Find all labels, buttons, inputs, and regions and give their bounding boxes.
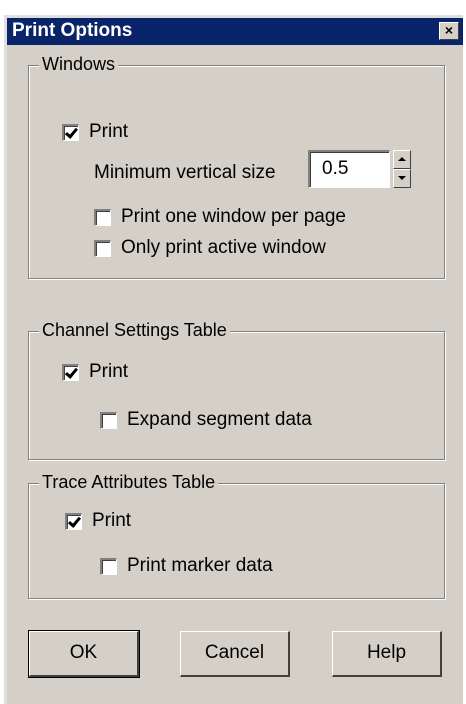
- windows-print-option[interactable]: Print: [62, 121, 128, 143]
- trace-attributes-group: Trace Attributes Table: [28, 472, 445, 599]
- close-icon: ×: [444, 22, 454, 38]
- channel-print-label: Print: [89, 361, 129, 382]
- trace-print-option[interactable]: Print: [65, 510, 131, 532]
- dialog-title: Print Options: [12, 20, 133, 41]
- trace-print-checkbox[interactable]: [65, 512, 82, 530]
- spin-up-button[interactable]: [393, 150, 411, 169]
- help-button[interactable]: Help: [332, 631, 442, 677]
- print-marker-label: Print marker data: [127, 555, 273, 576]
- print-marker-option[interactable]: Print marker data: [100, 555, 273, 577]
- expand-segment-label: Expand segment data: [127, 409, 312, 430]
- channel-settings-legend: Channel Settings Table: [39, 320, 230, 341]
- min-vertical-size-label: Minimum vertical size: [94, 162, 276, 183]
- min-vertical-size-spinner[interactable]: [393, 150, 411, 188]
- close-button[interactable]: ×: [439, 22, 459, 40]
- one-window-per-page-option[interactable]: Print one window per page: [94, 206, 346, 228]
- windows-print-label: Print: [89, 121, 129, 142]
- min-vertical-size-input[interactable]: 0.5: [308, 150, 390, 188]
- expand-segment-checkbox[interactable]: [100, 411, 117, 429]
- channel-print-checkbox[interactable]: [62, 363, 79, 381]
- only-active-window-option[interactable]: Only print active window: [94, 237, 326, 259]
- ok-button[interactable]: OK: [28, 630, 140, 678]
- print-options-dialog: Print Options × Windows Print Minimum ve…: [4, 15, 463, 704]
- one-window-per-page-checkbox[interactable]: [94, 208, 111, 226]
- cancel-button[interactable]: Cancel: [180, 631, 290, 677]
- channel-print-option[interactable]: Print: [62, 361, 128, 383]
- only-active-window-checkbox[interactable]: [94, 239, 111, 257]
- only-active-window-label: Only print active window: [121, 237, 326, 258]
- spin-down-button[interactable]: [393, 169, 411, 188]
- windows-group-legend: Windows: [39, 54, 119, 75]
- title-bar[interactable]: Print Options ×: [7, 18, 463, 45]
- one-window-per-page-label: Print one window per page: [121, 206, 346, 227]
- trace-print-label: Print: [92, 510, 132, 531]
- trace-attributes-legend: Trace Attributes Table: [39, 472, 219, 493]
- windows-print-checkbox[interactable]: [62, 123, 79, 141]
- print-marker-checkbox[interactable]: [100, 557, 117, 575]
- channel-settings-group: Channel Settings Table: [28, 320, 445, 460]
- expand-segment-option[interactable]: Expand segment data: [100, 409, 312, 431]
